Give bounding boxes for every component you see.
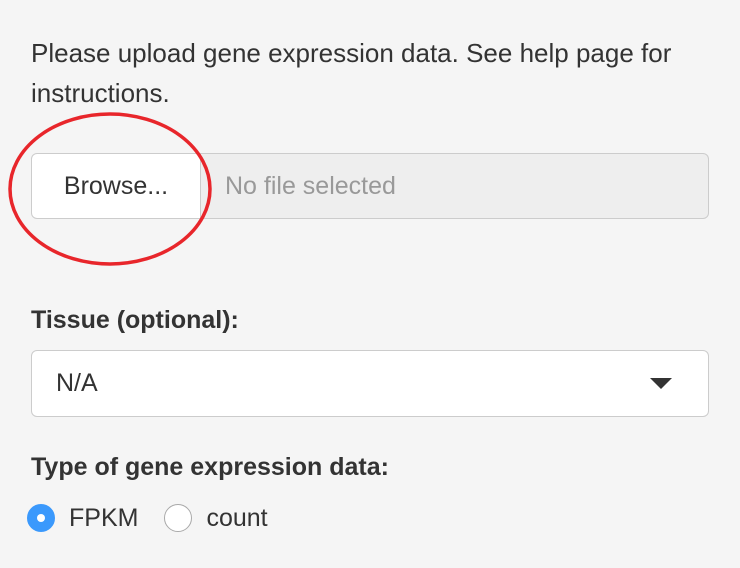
file-upload-group: Browse... No file selected xyxy=(31,153,709,219)
radio-label-fpkm: FPKM xyxy=(69,503,139,532)
radio-label-count: count xyxy=(206,503,268,532)
data-type-radio-group: FPKM count xyxy=(27,500,294,536)
tissue-label: Tissue (optional): xyxy=(31,306,239,334)
browse-button[interactable]: Browse... xyxy=(31,153,201,219)
radio-button-checked[interactable] xyxy=(27,504,55,532)
caret-down-icon xyxy=(650,378,672,389)
file-name-field: No file selected xyxy=(201,153,709,219)
radio-button-unchecked[interactable] xyxy=(164,504,193,532)
radio-option-fpkm[interactable]: FPKM xyxy=(27,504,138,533)
tissue-select[interactable]: N/A xyxy=(31,350,709,417)
tissue-selected-value: N/A xyxy=(56,369,98,397)
data-type-label: Type of gene expression data: xyxy=(31,453,389,481)
upload-instructions: Please upload gene expression data. See … xyxy=(31,38,672,108)
radio-option-count[interactable]: count xyxy=(164,503,268,533)
